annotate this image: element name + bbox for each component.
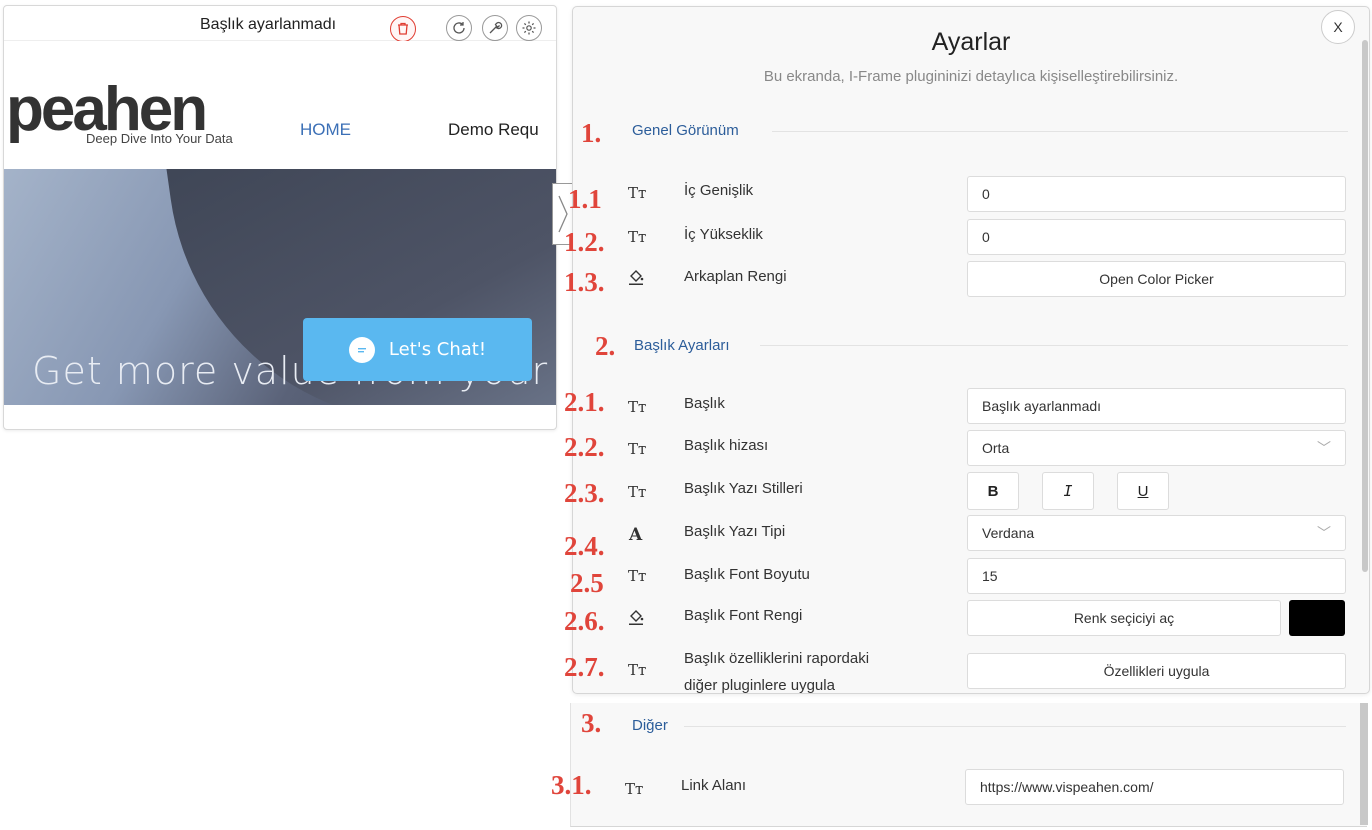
plugin-title: Başlık ayarlanmadı <box>200 16 337 33</box>
font-family-value: Verdana <box>982 525 1035 541</box>
text-icon: Tт <box>625 780 644 798</box>
label-baslik-yazi-tipi: Başlık Yazı Tipi <box>684 523 786 540</box>
label-link-alani: Link Alanı <box>681 777 747 794</box>
title-alignment-value: Orta <box>982 440 1010 456</box>
inner-width-input[interactable]: 0 <box>967 176 1346 212</box>
title-color-swatch[interactable] <box>1289 600 1345 636</box>
font-family-select[interactable]: Verdana ﹀ <box>967 515 1346 551</box>
close-button[interactable]: X <box>1321 10 1355 44</box>
bold-button[interactable]: B <box>967 472 1019 510</box>
scrollbar-thumb-lower[interactable] <box>1360 703 1368 825</box>
chevron-down-icon: ﹀ <box>1317 440 1331 456</box>
italic-button[interactable]: I <box>1042 472 1094 510</box>
label-arkaplan-rengi: Arkaplan Rengi <box>684 268 787 285</box>
annotation-2-2: 2.2. <box>564 432 605 462</box>
settings-panel-continued <box>570 703 1367 827</box>
settings-button[interactable] <box>516 15 542 41</box>
panel-title: Ayarlar <box>931 28 1011 56</box>
annotation-2-7: 2.7. <box>564 652 605 682</box>
text-icon: Tт <box>628 228 647 246</box>
label-apply-line1: Başlık özelliklerini rapordaki <box>684 650 870 667</box>
section-divider <box>772 131 1348 132</box>
section-divider <box>760 345 1348 346</box>
annotation-2-5: 2.5 <box>570 568 604 598</box>
section-title-diger: Diğer <box>632 717 668 734</box>
text-icon: Tт <box>628 483 647 501</box>
title-alignment-select[interactable]: Orta ﹀ <box>967 430 1346 466</box>
link-input[interactable]: https://www.vispeahen.com/ <box>965 769 1344 805</box>
chat-button[interactable]: Let's Chat! <box>303 318 532 381</box>
annotation-2-1: 2.1. <box>564 387 605 417</box>
wrench-button[interactable] <box>482 15 508 41</box>
refresh-button[interactable] <box>446 15 472 41</box>
annotation-2-3: 2.3. <box>564 478 605 508</box>
delete-button[interactable] <box>390 16 416 42</box>
fill-icon <box>627 608 645 630</box>
text-icon: Tт <box>628 567 647 585</box>
annotation-1-1: 1.1 <box>568 184 602 214</box>
text-icon: Tт <box>628 398 647 416</box>
text-icon: Tт <box>628 440 647 458</box>
trash-icon <box>398 22 408 35</box>
annotation-1: 1. <box>581 118 602 148</box>
plugin-header: Başlık ayarlanmadı <box>4 6 556 42</box>
annotation-1-3: 1.3. <box>564 267 605 297</box>
font-size-input[interactable]: 15 <box>967 558 1346 594</box>
chat-bubble-icon <box>348 336 375 363</box>
label-ic-yukseklik: İç Yükseklik <box>684 226 763 243</box>
nav-home-link[interactable]: HOME <box>300 120 351 140</box>
annotation-2-6: 2.6. <box>564 606 605 636</box>
iframe-plugin-card: Başlık ayarlanmadı peahen Deep Dive Into… <box>3 5 557 430</box>
section-title-baslik-ayarlari: Başlık Ayarları <box>634 337 730 354</box>
hero-banner: Get more value from your data Let's Chat… <box>4 169 556 405</box>
open-color-picker-button[interactable]: Open Color Picker <box>967 261 1346 297</box>
annotation-3-1: 3.1. <box>551 770 592 800</box>
annotation-2-4: 2.4. <box>564 531 605 561</box>
font-icon: A <box>629 525 643 545</box>
label-baslik-yazi-stilleri: Başlık Yazı Stilleri <box>684 480 803 497</box>
label-baslik: Başlık <box>684 395 725 412</box>
label-baslik-hizasi: Başlık hizası <box>684 437 769 454</box>
section-title-genel-gorunum: Genel Görünüm <box>632 122 739 139</box>
wrench-icon <box>489 21 503 34</box>
text-icon: Tт <box>628 184 647 202</box>
chat-label: Let's Chat! <box>388 339 487 360</box>
annotation-3: 3. <box>581 708 602 738</box>
nav-demo-link[interactable]: Demo Requ <box>448 120 539 140</box>
text-icon: Tт <box>628 661 647 679</box>
refresh-icon <box>453 22 465 34</box>
gear-icon <box>522 21 536 35</box>
scrollbar-thumb[interactable] <box>1362 40 1368 572</box>
open-color-picker-button-title[interactable]: Renk seçiciyi aç <box>967 600 1281 636</box>
chevron-down-icon: ﹀ <box>1317 525 1331 541</box>
fill-icon <box>627 268 645 290</box>
label-baslik-font-rengi: Başlık Font Rengi <box>684 607 803 624</box>
annotation-2: 2. <box>595 331 616 361</box>
underline-button[interactable]: U <box>1117 472 1169 510</box>
title-input[interactable]: Başlık ayarlanmadı <box>967 388 1346 424</box>
apply-properties-button[interactable]: Özellikleri uygula <box>967 653 1346 689</box>
panel-subtitle: Bu ekranda, I-Frame plugininizi detaylıc… <box>763 68 1179 85</box>
website-navbar: peahen Deep Dive Into Your Data HOME Dem… <box>4 41 556 174</box>
section-divider <box>684 726 1346 727</box>
label-ic-genislik: İç Genişlik <box>684 182 754 199</box>
annotation-1-2: 1.2. <box>564 227 605 257</box>
label-apply-line2: diğer pluginlere uygula <box>684 677 835 694</box>
label-baslik-font-boyutu: Başlık Font Boyutu <box>684 566 810 583</box>
logo-tagline: Deep Dive Into Your Data <box>86 131 233 146</box>
inner-height-input[interactable]: 0 <box>967 219 1346 255</box>
